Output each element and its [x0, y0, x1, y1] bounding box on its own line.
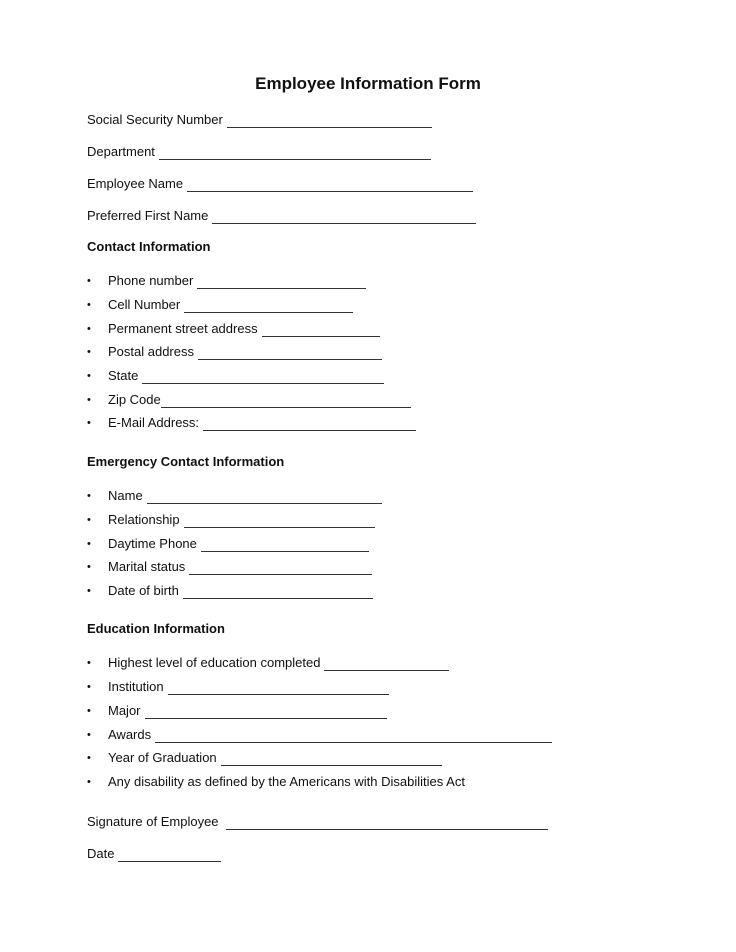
bullet-icon: •: [87, 538, 91, 550]
employee-name-label: Employee Name: [87, 176, 184, 191]
department-field-row: Department: [87, 142, 431, 160]
form-title: Employee Information Form: [255, 74, 481, 93]
education-information-heading: Education Information: [87, 621, 225, 636]
bullet-icon: •: [87, 705, 91, 717]
bullet-icon: •: [87, 370, 91, 382]
list-item: • Postal address: [87, 342, 382, 360]
date-of-birth-input-line[interactable]: [182, 585, 373, 599]
permanent-street-address-input-line[interactable]: [261, 323, 380, 337]
signature-input-line[interactable]: [225, 816, 548, 830]
emergency-name-input-line[interactable]: [146, 490, 382, 504]
bullet-icon: •: [87, 561, 91, 573]
highest-education-label: Highest level of education completed: [108, 655, 321, 670]
emergency-contact-heading: Emergency Contact Information: [87, 454, 285, 469]
institution-input-line[interactable]: [167, 681, 389, 695]
cell-number-input-line[interactable]: [184, 299, 354, 313]
list-item: • State: [87, 366, 385, 384]
employee-name-field-row: Employee Name: [87, 174, 474, 192]
signature-field-row: Signature of Employee: [87, 812, 548, 830]
phone-number-input-line[interactable]: [197, 275, 367, 289]
relationship-input-line[interactable]: [183, 514, 375, 528]
list-item: • Permanent street address: [87, 319, 380, 337]
preferred-first-name-label: Preferred First Name: [87, 208, 209, 223]
signature-label: Signature of Employee: [87, 814, 219, 829]
cell-number-label: Cell Number: [108, 297, 181, 312]
list-item: • Marital status: [87, 557, 373, 575]
zip-code-label: Zip Code: [108, 392, 161, 407]
list-item: • Date of birth: [87, 581, 373, 599]
bullet-icon: •: [87, 514, 91, 526]
ssn-field-row: Social Security Number: [87, 110, 432, 128]
bullet-icon: •: [87, 275, 91, 287]
emergency-name-label: Name: [108, 488, 143, 503]
daytime-phone-label: Daytime Phone: [108, 536, 197, 551]
disability-label: Any disability as defined by the America…: [108, 774, 465, 789]
list-item: • Institution: [87, 677, 389, 695]
email-address-input-line[interactable]: [203, 417, 417, 431]
bullet-icon: •: [87, 299, 91, 311]
awards-label: Awards: [108, 727, 152, 742]
preferred-first-name-input-line[interactable]: [212, 210, 477, 224]
bullet-icon: •: [87, 681, 91, 693]
bullet-icon: •: [87, 776, 91, 788]
state-input-line[interactable]: [142, 370, 385, 384]
bullet-icon: •: [87, 323, 91, 335]
marital-status-input-line[interactable]: [189, 561, 373, 575]
contact-information-heading: Contact Information: [87, 239, 211, 254]
year-of-graduation-input-line[interactable]: [220, 752, 442, 766]
bullet-icon: •: [87, 394, 91, 406]
list-item: • Awards: [87, 725, 553, 743]
bullet-icon: •: [87, 585, 91, 597]
relationship-label: Relationship: [108, 512, 180, 527]
bullet-icon: •: [87, 490, 91, 502]
department-input-line[interactable]: [158, 146, 431, 160]
email-address-label: E-Mail Address:: [108, 415, 200, 430]
awards-input-line[interactable]: [155, 729, 553, 743]
bullet-icon: •: [87, 752, 91, 764]
postal-address-label: Postal address: [108, 344, 194, 359]
date-label: Date: [87, 846, 115, 861]
list-item: • Phone number: [87, 271, 367, 289]
preferred-first-name-field-row: Preferred First Name: [87, 206, 477, 224]
bullet-icon: •: [87, 729, 91, 741]
bullet-icon: •: [87, 657, 91, 669]
list-item: • Year of Graduation: [87, 748, 442, 766]
date-of-birth-label: Date of birth: [108, 583, 179, 598]
major-label: Major: [108, 703, 141, 718]
institution-label: Institution: [108, 679, 164, 694]
postal-address-input-line[interactable]: [198, 346, 382, 360]
list-item: • E-Mail Address:: [87, 413, 417, 431]
zip-code-input-line[interactable]: [160, 394, 411, 408]
highest-education-input-line[interactable]: [324, 657, 450, 671]
list-item: • Daytime Phone: [87, 534, 369, 552]
year-of-graduation-label: Year of Graduation: [108, 750, 217, 765]
list-item: • Name: [87, 486, 382, 504]
list-item: • Relationship: [87, 510, 375, 528]
daytime-phone-input-line[interactable]: [200, 538, 369, 552]
bullet-icon: •: [87, 417, 91, 429]
major-input-line[interactable]: [144, 705, 387, 719]
marital-status-label: Marital status: [108, 559, 186, 574]
date-input-line[interactable]: [118, 848, 222, 862]
department-label: Department: [87, 144, 155, 159]
ssn-label: Social Security Number: [87, 112, 223, 127]
bullet-icon: •: [87, 346, 91, 358]
list-item: • Highest level of education completed: [87, 653, 450, 671]
list-item: • Cell Number: [87, 295, 354, 313]
list-item: • Major: [87, 701, 387, 719]
list-item: • Any disability as defined by the Ameri…: [87, 772, 465, 790]
permanent-street-address-label: Permanent street address: [108, 321, 258, 336]
state-label: State: [108, 368, 139, 383]
employee-name-input-line[interactable]: [187, 178, 474, 192]
phone-number-label: Phone number: [108, 273, 194, 288]
date-field-row: Date: [87, 844, 222, 862]
ssn-input-line[interactable]: [226, 114, 432, 128]
list-item: • Zip Code: [87, 390, 411, 408]
